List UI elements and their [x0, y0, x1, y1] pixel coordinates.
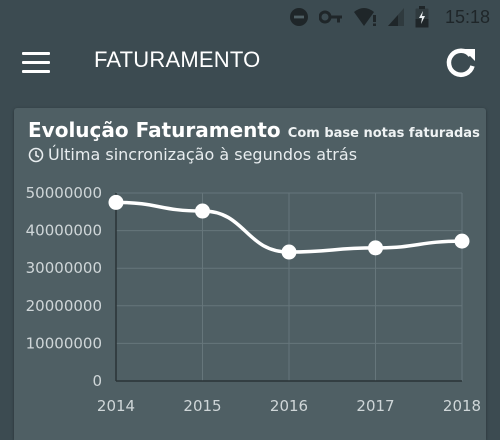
- data-point[interactable]: [108, 194, 124, 210]
- battery-charging-icon: [415, 6, 429, 28]
- data-point[interactable]: [281, 244, 297, 260]
- data-point[interactable]: [368, 240, 383, 256]
- menu-button[interactable]: [22, 52, 50, 74]
- data-point[interactable]: [195, 203, 210, 219]
- x-tick-label: 2015: [183, 397, 221, 415]
- signal-icon: [387, 8, 404, 26]
- y-axis-ticks: 0 10000000 20000000 30000000 40000000 5000000…: [26, 184, 102, 390]
- revenue-line-chart: 0 10000000 20000000 30000000 40000000 5000000…: [26, 184, 481, 415]
- data-point[interactable]: [454, 233, 470, 249]
- y-tick-label: 0: [92, 372, 102, 390]
- app-title: FATURAMENTO: [94, 47, 261, 72]
- status-bar: 15:18: [0, 0, 500, 34]
- status-time: 15:18: [444, 6, 490, 27]
- x-tick-label: 2014: [97, 397, 135, 415]
- x-tick-label: 2017: [356, 397, 394, 415]
- refresh-icon: [446, 48, 475, 77]
- y-tick-label: 10000000: [26, 334, 102, 352]
- revenue-card: Evolução Faturamento Com base notas fatu…: [14, 108, 486, 440]
- app-bar: FATURAMENTO: [0, 34, 500, 92]
- y-tick-label: 30000000: [26, 259, 102, 277]
- x-tick-label: 2016: [270, 397, 308, 415]
- y-tick-label: 50000000: [26, 184, 102, 202]
- refresh-button[interactable]: [444, 46, 478, 80]
- y-tick-label: 20000000: [26, 297, 102, 315]
- x-tick-label: 2018: [443, 397, 481, 415]
- y-tick-label: 40000000: [26, 222, 102, 240]
- x-axis-ticks: 2014 2015 2016 2017 2018: [97, 397, 481, 415]
- chart-grid: [115, 192, 463, 382]
- do-not-disturb-icon: [289, 8, 308, 26]
- wifi-icon: [353, 8, 376, 26]
- status-icons: 15:18: [289, 6, 490, 28]
- vpn-key-icon: [318, 10, 342, 24]
- menu-icon: [22, 52, 50, 55]
